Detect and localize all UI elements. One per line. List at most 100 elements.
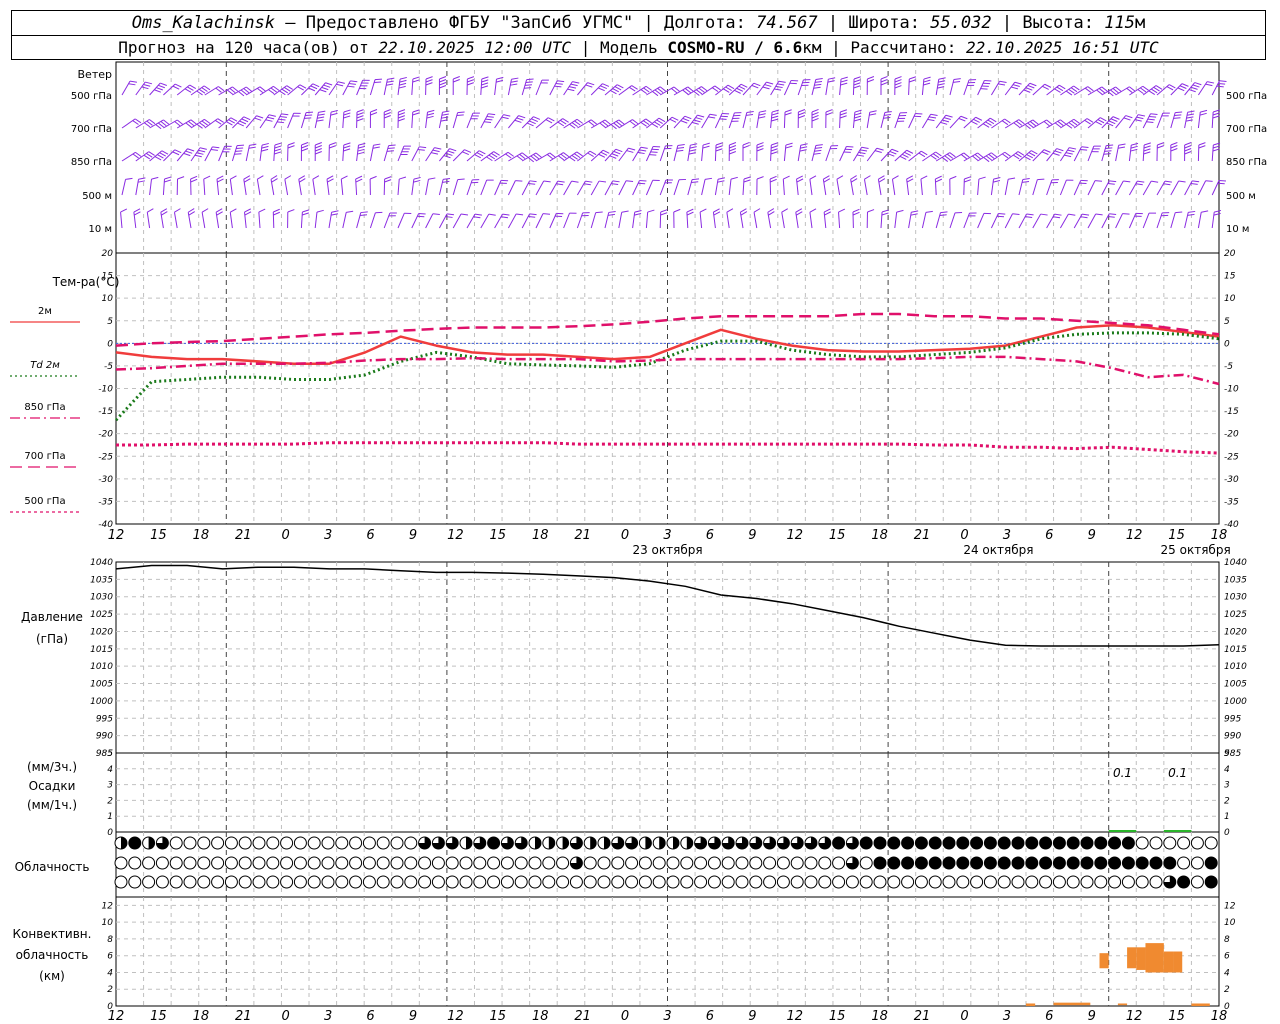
- wind-barb: [714, 177, 725, 196]
- wind-barb-feather: [784, 112, 792, 116]
- cloud-circle: [914, 856, 928, 870]
- wind-barb-shaft: [699, 212, 703, 229]
- wind-barb-feather: [256, 115, 264, 119]
- wind-barb: [687, 178, 700, 196]
- wind-barb-feather: [1137, 180, 1145, 183]
- wind-barb-feather: [876, 147, 884, 151]
- cloud-symbol: [404, 856, 418, 870]
- cloud-circle: [845, 875, 859, 889]
- wind-barb-feather: [348, 83, 356, 85]
- wind-barb-shaft: [245, 145, 250, 162]
- wind-barb-feather: [257, 175, 264, 180]
- cloud-symbol: [197, 856, 211, 870]
- wind-barb-shaft: [908, 78, 910, 96]
- wind-barb: [838, 208, 846, 229]
- wind-barb-feather: [1109, 213, 1117, 216]
- wind-barb: [783, 109, 792, 129]
- x-tick-label: 6: [366, 528, 374, 543]
- wind-barb: [1018, 82, 1037, 96]
- wind-barb: [1197, 210, 1209, 229]
- cloud-symbol: [362, 836, 376, 850]
- wind-barb: [245, 115, 264, 129]
- wind-barb-feather: [1058, 84, 1066, 90]
- wind-barb: [452, 213, 469, 229]
- wind-barb-feather: [336, 83, 344, 87]
- wind-barb: [1032, 178, 1045, 196]
- y-tick-label-right: 10: [1224, 294, 1236, 304]
- y-tick-label-left: 5: [107, 317, 113, 327]
- cloud-symbol: [569, 856, 583, 870]
- y-tick-label-left: 8: [107, 935, 113, 945]
- cloud-fill: [548, 837, 555, 849]
- wind-barb-feather: [133, 211, 141, 216]
- wind-barb-feather: [284, 86, 291, 92]
- y-tick-label-right: 20: [1224, 249, 1236, 259]
- cloud-symbol: [459, 836, 473, 850]
- cloud-symbol: [914, 856, 928, 870]
- y-tick-label-right: -30: [1224, 475, 1239, 485]
- wind-barb-feather: [730, 176, 738, 180]
- wind-barb-feather: [1173, 117, 1181, 119]
- wind-barb-feather: [355, 178, 363, 183]
- wind-barb-shaft: [466, 112, 474, 129]
- cloud-symbol: [224, 836, 238, 850]
- wind-barb-feather: [279, 116, 287, 118]
- wind-level-label-right: 700 гПа: [1226, 124, 1267, 135]
- wind-barb-feather: [518, 115, 526, 119]
- wind-barb-shaft: [258, 212, 261, 229]
- wind-barb-feather: [1026, 154, 1034, 159]
- wind-barb-feather: [412, 109, 420, 113]
- wind-barb: [1170, 180, 1186, 196]
- wind-barb-feather: [239, 120, 247, 125]
- wind-barb: [1197, 109, 1208, 129]
- wind-barb-feather: [795, 208, 803, 213]
- wind-barb-shaft: [838, 212, 841, 229]
- cloud-circle: [238, 875, 252, 889]
- cloud-circle: [818, 875, 832, 889]
- wind-barb-shaft: [977, 179, 980, 196]
- wind-barb-feather: [828, 77, 836, 80]
- cloud-symbol: [155, 836, 169, 850]
- wind-barb-feather: [813, 152, 821, 155]
- pressure-axis-label: Давление: [21, 610, 83, 624]
- wind-barb-feather: [1053, 216, 1061, 219]
- cloud-symbol: [142, 836, 156, 850]
- cloud-symbol: [763, 875, 777, 889]
- wind-barb-feather: [1184, 145, 1192, 149]
- cloud-symbol: [431, 836, 445, 850]
- y-tick-label-right: 15: [1224, 272, 1236, 282]
- wind-barb: [1142, 212, 1157, 229]
- cloud-circle: [390, 875, 404, 889]
- cloud-symbol: [473, 836, 487, 850]
- cloud-symbol: [790, 836, 804, 850]
- y-tick-label-left: 1035: [90, 575, 113, 585]
- wind-barb: [686, 208, 694, 229]
- wind-barb-feather: [751, 84, 759, 89]
- wind-barb: [397, 176, 407, 196]
- cloud-circle: [942, 856, 956, 870]
- wind-barb-feather: [359, 214, 368, 216]
- wind-barb-shaft: [1073, 180, 1082, 196]
- y-tick-label-left: 4: [107, 968, 113, 978]
- cloud-symbol: [707, 875, 721, 889]
- wind-barb-feather: [740, 83, 748, 88]
- wind-barb: [742, 141, 750, 162]
- wind-barb-feather: [1027, 84, 1035, 89]
- wind-barb-feather: [1187, 213, 1195, 216]
- wind-barb-feather: [809, 175, 817, 180]
- cloud-symbol: [542, 875, 556, 889]
- wind-barb-feather: [1011, 86, 1019, 90]
- cloud-circle: [680, 856, 694, 870]
- wind-barb: [397, 76, 407, 96]
- cloud-symbol: [1108, 875, 1122, 889]
- wind-barb-feather: [771, 118, 779, 122]
- wind-barb-feather: [629, 86, 636, 92]
- cloud-symbol: [500, 856, 514, 870]
- cloud-circle: [142, 856, 156, 870]
- legend-label: Td 2м: [30, 360, 60, 371]
- wind-barb-shaft: [466, 213, 476, 229]
- wind-barb-shaft: [521, 79, 528, 96]
- wind-barb-feather: [1147, 118, 1155, 121]
- wind-barb-shaft: [1087, 145, 1095, 162]
- x-tick-label: 0: [282, 528, 290, 543]
